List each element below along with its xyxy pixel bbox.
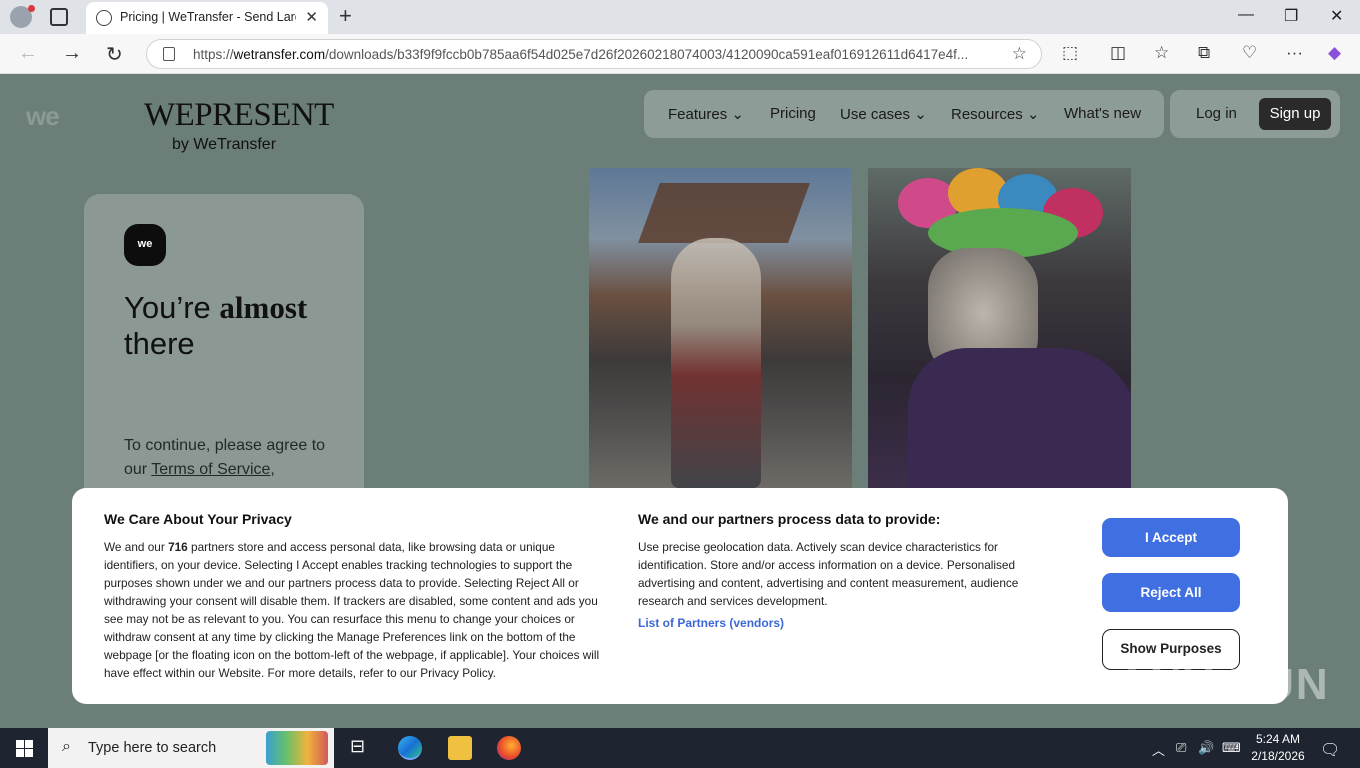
url-field[interactable]: https://wetransfer.com/downloads/b33f9f9… xyxy=(146,39,1042,69)
search-highlight-image xyxy=(266,731,328,765)
we-badge-icon: we xyxy=(124,224,166,266)
network-icon[interactable]: ⎚ xyxy=(1176,740,1186,756)
tab-actions-icon[interactable] xyxy=(50,8,68,26)
browser-tab-active[interactable]: Pricing | WeTransfer - Send Large ✕ xyxy=(86,2,328,34)
address-toolbar: ← → ↻ https://wetransfer.com/downloads/b… xyxy=(0,34,1360,74)
festival-photo-2 xyxy=(868,168,1131,488)
globe-icon xyxy=(96,10,112,26)
back-icon[interactable]: ← xyxy=(18,42,38,65)
terms-of-service-link[interactable]: Terms of Service xyxy=(151,461,270,478)
new-tab-icon[interactable]: + xyxy=(339,3,352,29)
split-screen-icon[interactable]: ◫ xyxy=(1110,43,1126,63)
edge-icon[interactable] xyxy=(398,736,422,760)
notifications-icon[interactable]: 🗨 xyxy=(1320,740,1340,760)
extensions-icon[interactable]: ⬚ xyxy=(1062,43,1078,63)
minimize-icon[interactable]: — xyxy=(1238,6,1254,24)
nav-whats-new[interactable]: What's new xyxy=(1064,105,1141,122)
windows-start-icon[interactable] xyxy=(16,740,33,757)
partners-list-link[interactable]: List of Partners (vendors) xyxy=(638,616,784,630)
reload-icon[interactable]: ↻ xyxy=(106,42,123,67)
wepresent-subtitle: by WeTransfer xyxy=(172,136,277,153)
auth-nav: Log in Sign up xyxy=(1170,90,1340,138)
restore-icon[interactable]: ❐ xyxy=(1284,6,1298,26)
signup-button[interactable]: Sign up xyxy=(1259,98,1331,130)
lock-icon[interactable] xyxy=(163,47,175,61)
nav-pricing[interactable]: Pricing xyxy=(770,105,816,122)
privacy-consent-dialog: We Care About Your Privacy We and our 71… xyxy=(72,488,1288,704)
taskbar-clock[interactable]: 5:24 AM 2/18/2026 xyxy=(1248,731,1308,765)
browser-tab-bar: Pricing | WeTransfer - Send Large ✕ + — … xyxy=(0,0,1360,34)
purposes-description: Use precise geolocation data. Actively s… xyxy=(638,540,1019,608)
chevron-down-icon: ⌄ xyxy=(731,106,744,123)
windows-taskbar: ⌕ Type here to search ⊟ ︿ ⎚ 🔊 ⌨ 5:24 AM … xyxy=(0,728,1360,768)
tab-title: Pricing | WeTransfer - Send Large xyxy=(120,10,296,24)
tray-overflow-icon[interactable]: ︿ xyxy=(1152,740,1165,759)
volume-icon[interactable]: 🔊 xyxy=(1198,740,1214,756)
search-placeholder: Type here to search xyxy=(88,740,217,756)
consent-title: We Care About Your Privacy xyxy=(104,511,292,527)
firefox-icon[interactable] xyxy=(497,736,521,760)
forward-icon[interactable]: → xyxy=(62,42,82,65)
accept-button[interactable]: I Accept xyxy=(1102,518,1240,557)
window-close-icon[interactable]: ✕ xyxy=(1330,6,1343,26)
ime-icon[interactable]: ⌨ xyxy=(1222,740,1241,756)
chevron-down-icon: ⌄ xyxy=(914,106,927,123)
card-lead-text: To continue, please agree to our Terms o… xyxy=(124,437,326,478)
url-text: https://wetransfer.com/downloads/b33f9f9… xyxy=(193,47,969,62)
more-menu-icon[interactable]: ··· xyxy=(1286,43,1303,63)
wepresent-logo[interactable]: WEPRESENT xyxy=(144,97,334,134)
copilot-icon[interactable]: ◆ xyxy=(1328,43,1341,63)
tab-close-icon[interactable]: ✕ xyxy=(305,8,318,26)
browser-essentials-icon[interactable]: ♡ xyxy=(1242,43,1257,63)
festival-photo-1 xyxy=(589,168,852,488)
task-view-icon[interactable]: ⊟ xyxy=(350,736,374,760)
login-link[interactable]: Log in xyxy=(1196,105,1237,122)
download-card: we You’re almost there To continue, pleas… xyxy=(84,194,364,524)
favorites-icon[interactable]: ☆ xyxy=(1154,43,1169,63)
nav-use-cases[interactable]: Use cases ⌄ xyxy=(840,105,927,123)
taskbar-search[interactable]: ⌕ Type here to search xyxy=(48,728,334,768)
main-nav: Features ⌄ Pricing Use cases ⌄ Resources… xyxy=(644,90,1164,138)
anyrun-watermark: ANY RUN xyxy=(1116,660,1330,709)
nav-features[interactable]: Features ⌄ xyxy=(668,105,744,123)
reject-all-button[interactable]: Reject All xyxy=(1102,573,1240,612)
favorite-star-icon[interactable]: ☆ xyxy=(1012,44,1027,64)
collections-icon[interactable]: ⧉ xyxy=(1198,43,1210,63)
chevron-down-icon: ⌄ xyxy=(1026,106,1040,123)
consent-description: We and our 716 partners store and access… xyxy=(104,540,600,680)
wetransfer-logo[interactable]: we xyxy=(26,101,60,132)
search-icon: ⌕ xyxy=(62,738,71,755)
notification-dot xyxy=(28,5,35,12)
purposes-title: We and our partners process data to prov… xyxy=(638,511,941,527)
nav-resources[interactable]: Resources ⌄ xyxy=(951,105,1039,123)
file-explorer-icon[interactable] xyxy=(448,736,472,760)
card-heading: You’re almost there xyxy=(124,290,308,361)
